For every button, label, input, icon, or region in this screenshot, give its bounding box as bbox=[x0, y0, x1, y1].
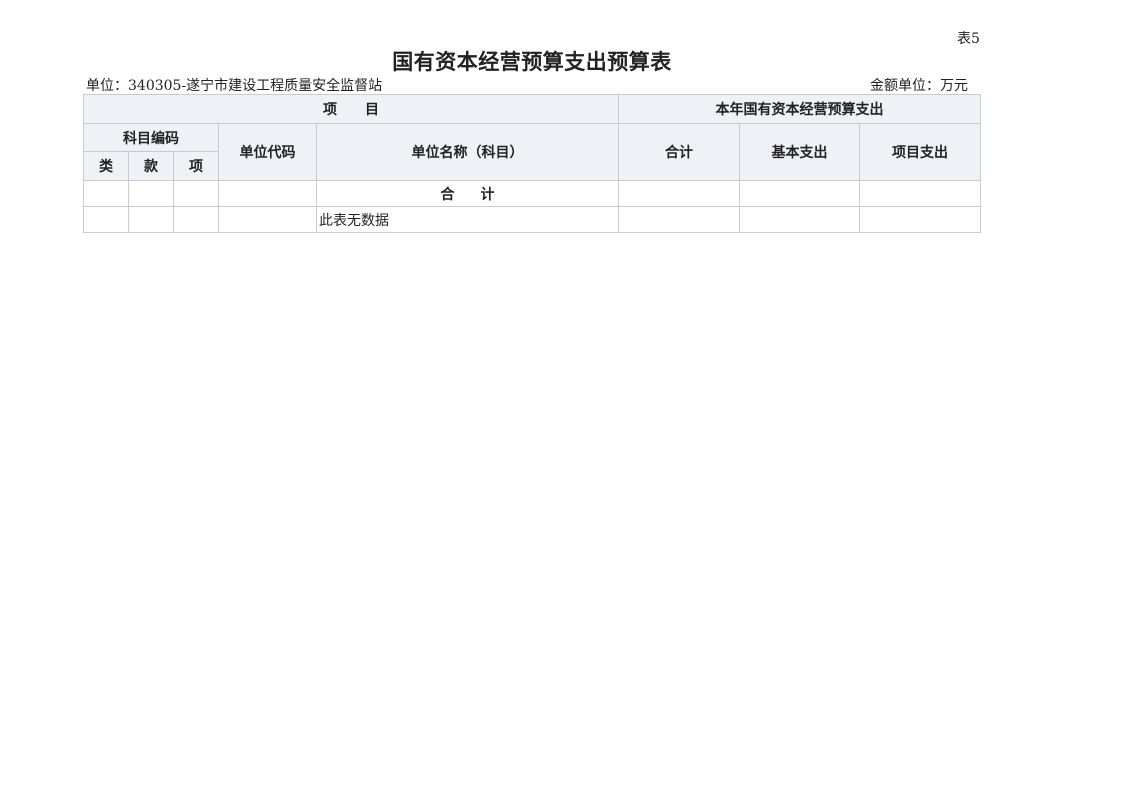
page-title: 国有资本经营预算支出预算表 bbox=[392, 50, 672, 74]
header-unit-code: 单位代码 bbox=[218, 123, 317, 181]
amount-unit-label: 金额单位：万元 bbox=[870, 78, 968, 94]
no-data-text: 此表无数据 bbox=[315, 206, 620, 233]
table-number: 表5 bbox=[957, 31, 980, 47]
cell-empty bbox=[739, 206, 861, 233]
header-row-2: 科目编码 单位代码 单位名称（科目） 合计 基本支出 项目支出 bbox=[83, 123, 982, 181]
cell-empty bbox=[859, 206, 982, 233]
header-section: 款 bbox=[128, 151, 174, 181]
table-row: 此表无数据 bbox=[83, 206, 982, 233]
cell-empty bbox=[739, 180, 861, 207]
cell-empty bbox=[218, 206, 317, 233]
cell-empty bbox=[128, 206, 174, 233]
cell-empty bbox=[218, 180, 317, 207]
cell-empty bbox=[173, 180, 219, 207]
cell-empty bbox=[83, 206, 129, 233]
header-unit-name: 单位名称（科目） bbox=[315, 123, 620, 181]
cell-empty bbox=[83, 180, 129, 207]
header-row-1: 项目 本年国有资本经营预算支出 bbox=[82, 94, 982, 124]
cell-empty bbox=[173, 206, 219, 233]
unit-label: 单位：340305-遂宁市建设工程质量安全监督站 bbox=[86, 78, 383, 94]
cell-empty bbox=[618, 180, 741, 207]
header-current-year-expense: 本年国有资本经营预算支出 bbox=[618, 94, 982, 124]
header-basic-expense: 基本支出 bbox=[739, 123, 861, 181]
cell-empty bbox=[618, 206, 741, 233]
total-row: 合计 bbox=[83, 180, 982, 207]
header-item: 项 bbox=[173, 151, 219, 181]
cell-empty bbox=[128, 180, 174, 207]
header-category: 类 bbox=[83, 151, 129, 181]
total-label: 合计 bbox=[315, 180, 620, 207]
header-project: 项目 bbox=[82, 94, 620, 124]
cell-empty bbox=[859, 180, 982, 207]
budget-table: 项目 本年国有资本经营预算支出 科目编码 单位代码 单位名称（科目） 合计 基本… bbox=[82, 94, 982, 233]
header-project-expense: 项目支出 bbox=[859, 123, 982, 181]
header-total: 合计 bbox=[618, 123, 741, 181]
header-subject-code: 科目编码 bbox=[83, 123, 219, 152]
